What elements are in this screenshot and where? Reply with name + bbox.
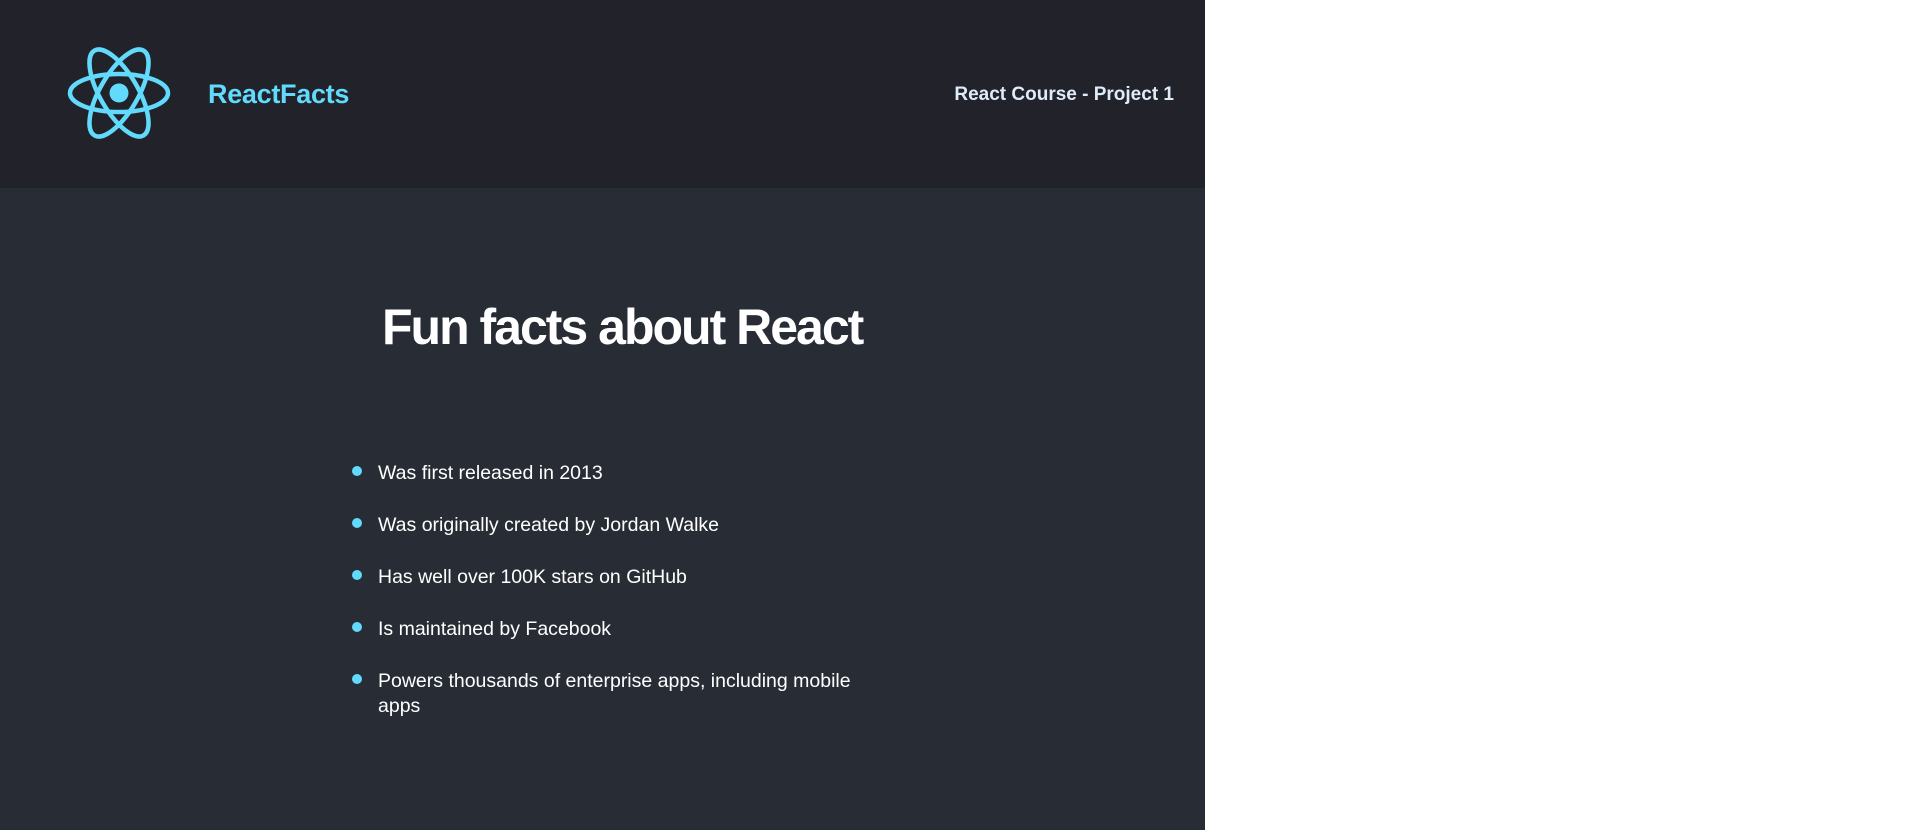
fact-text: Is maintained by Facebook: [378, 618, 612, 640]
fact-text: Was originally created by Jordan Walke: [378, 514, 720, 536]
react-logo-icon: [66, 46, 172, 140]
fact-item: Powers thousands of enterprise apps, inc…: [352, 669, 872, 719]
bullet-icon: [352, 570, 362, 580]
bullet-icon: [352, 466, 362, 476]
bullet-icon: [352, 518, 362, 528]
facts-list: Was first released in 2013 Was originall…: [352, 461, 872, 746]
fact-item: Has well over 100K stars on GitHub: [352, 565, 872, 590]
page-title: Fun facts about React: [382, 299, 864, 355]
fact-item: Was first released in 2013: [352, 461, 872, 486]
bullet-icon: [352, 674, 362, 684]
brand-name: ReactFacts: [208, 79, 350, 109]
fact-item: Is maintained by Facebook: [352, 617, 872, 642]
course-label: React Course - Project 1: [954, 84, 1174, 105]
fact-text: Was first released in 2013: [378, 462, 603, 484]
app-page: ReactFacts React Course - Project 1 Fun …: [0, 0, 1205, 830]
fact-item: Was originally created by Jordan Walke: [352, 513, 872, 538]
fact-text: Has well over 100K stars on GitHub: [378, 566, 687, 588]
navbar: ReactFacts React Course - Project 1: [0, 0, 1205, 188]
bullet-icon: [352, 622, 362, 632]
fact-text: Powers thousands of enterprise apps, inc…: [378, 670, 851, 717]
